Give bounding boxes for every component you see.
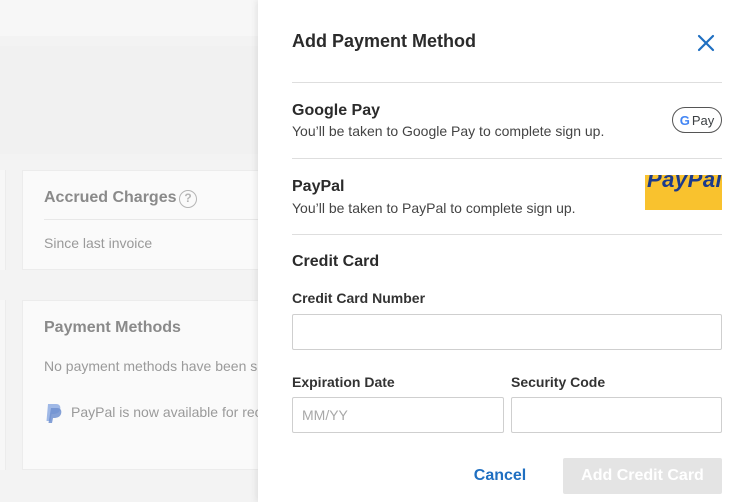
accrued-charges-title: Accrued Charges	[44, 189, 177, 206]
paypal-notice-text: PayPal is now available for rec	[71, 404, 258, 420]
payment-methods-title: Payment Methods	[44, 319, 181, 336]
background-left-strip	[0, 170, 6, 270]
accrued-charges-subtitle: Since last invoice	[44, 235, 153, 251]
question-circle-icon[interactable]: ?	[179, 190, 197, 208]
card-number-label: Credit Card Number	[292, 290, 426, 306]
google-g-icon: G	[679, 112, 690, 128]
google-pay-title[interactable]: Google Pay	[292, 102, 380, 120]
security-code-input[interactable]	[511, 397, 722, 433]
background-header-band	[0, 46, 258, 154]
expiration-date-label: Expiration Date	[292, 374, 395, 390]
paypal-icon	[46, 404, 62, 423]
card-number-input[interactable]	[292, 314, 722, 350]
google-pay-badge-label: Pay	[691, 112, 715, 128]
google-pay-button[interactable]: G Pay	[672, 107, 722, 133]
method-divider	[292, 234, 722, 235]
method-divider	[292, 158, 722, 159]
security-code-label: Security Code	[511, 374, 606, 390]
close-icon[interactable]	[694, 31, 718, 55]
paypal-title[interactable]: PayPal	[292, 178, 344, 196]
payment-methods-empty-text: No payment methods have been s	[44, 358, 258, 374]
add-credit-card-button[interactable]: Add Credit Card	[563, 458, 722, 494]
expiration-date-input[interactable]	[292, 397, 504, 433]
background-left-strip	[0, 300, 6, 470]
paypal-logo-text: PayPal	[647, 175, 722, 192]
drawer-title: Add Payment Method	[292, 31, 477, 51]
header-divider	[292, 82, 722, 83]
background-topbar	[0, 0, 258, 36]
google-pay-description: You’ll be taken to Google Pay to complet…	[292, 123, 605, 139]
credit-card-title: Credit Card	[292, 253, 380, 270]
paypal-logo-button[interactable]: PayPal	[645, 175, 722, 210]
paypal-description: You’ll be taken to PayPal to complete si…	[292, 200, 576, 216]
cancel-button[interactable]: Cancel	[468, 458, 532, 494]
card-divider	[44, 219, 258, 220]
accrued-charges-card	[22, 170, 272, 270]
add-payment-method-drawer: Add Payment Method Google Pay You’ll be …	[258, 0, 733, 502]
